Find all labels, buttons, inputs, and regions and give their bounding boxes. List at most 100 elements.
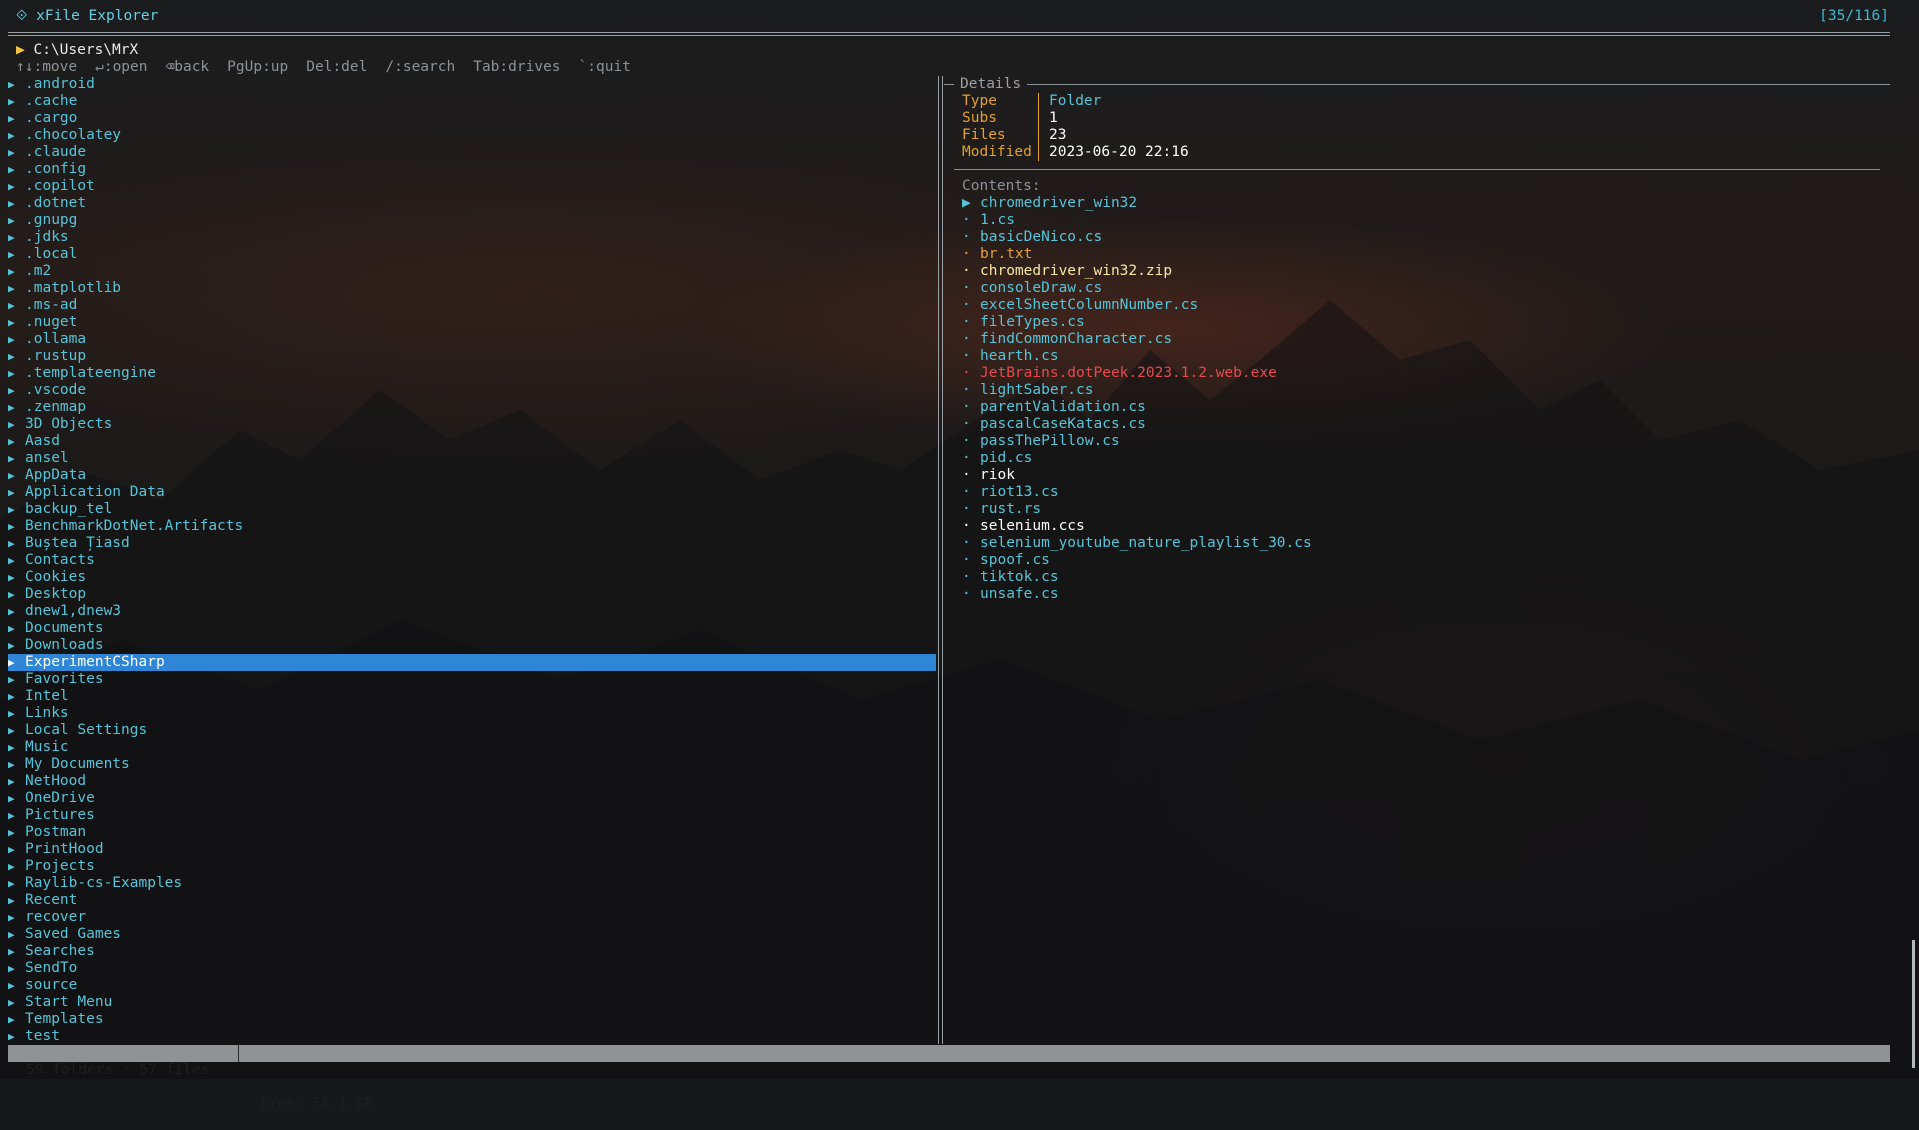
- folder-item[interactable]: ▶ .copilot: [8, 178, 936, 195]
- folder-arrow-icon: ▶: [8, 486, 15, 499]
- folder-item[interactable]: ▶ Searches: [8, 943, 936, 960]
- file-bullet-icon: ·: [962, 280, 971, 296]
- folder-arrow-icon: ▶: [8, 894, 15, 907]
- folder-arrow-icon: ▶: [8, 826, 15, 839]
- folder-item[interactable]: ▶ recover: [8, 909, 936, 926]
- key-hint: Del:del: [306, 59, 368, 75]
- folder-item[interactable]: ▶ ansel: [8, 450, 936, 467]
- folder-item[interactable]: ▶ Links: [8, 705, 936, 722]
- folder-item-selected[interactable]: ▶ ExperimentCSharp: [8, 654, 936, 671]
- folder-item[interactable]: ▶ Documents: [8, 620, 936, 637]
- folder-list[interactable]: ▶ .android ▶ .cache ▶ .cargo ▶ .chocolatey ▶ .cla…: [8, 76, 936, 1045]
- folder-item[interactable]: ▶ .vscode: [8, 382, 936, 399]
- folder-item[interactable]: ▶ Application Data: [8, 484, 936, 501]
- folder-item[interactable]: ▶ Aasd: [8, 433, 936, 450]
- folder-item[interactable]: ▶ .claude: [8, 144, 936, 161]
- folder-arrow-icon: ▶: [8, 316, 15, 329]
- folder-item[interactable]: ▶ .chocolatey: [8, 127, 936, 144]
- folder-name: AppData: [25, 467, 87, 483]
- folder-name: .cargo: [25, 110, 78, 126]
- contents-item-name: basicDeNico.cs: [980, 229, 1103, 245]
- folder-item[interactable]: ▶ .m2: [8, 263, 936, 280]
- folder-item[interactable]: ▶ test: [8, 1028, 936, 1045]
- folder-item[interactable]: ▶ Cookies: [8, 569, 936, 586]
- folder-item[interactable]: ▶ BenchmarkDotNet.Artifacts: [8, 518, 936, 535]
- folder-name: BenchmarkDotNet.Artifacts: [25, 518, 244, 534]
- folder-item[interactable]: ▶ .gnupg: [8, 212, 936, 229]
- folder-item[interactable]: ▶ AppData: [8, 467, 936, 484]
- folder-item[interactable]: ▶ Downloads: [8, 637, 936, 654]
- folder-item[interactable]: ▶ .dotnet: [8, 195, 936, 212]
- folder-item[interactable]: ▶ PrintHood: [8, 841, 936, 858]
- folder-arrow-icon: ▶: [8, 520, 15, 533]
- folder-item[interactable]: ▶ Recent: [8, 892, 936, 909]
- key-hint: ↵:open: [95, 59, 148, 75]
- folder-item[interactable]: ▶ OneDrive: [8, 790, 936, 807]
- detail-subs-value: 1: [1049, 110, 1058, 126]
- folder-item[interactable]: ▶ Projects: [8, 858, 936, 875]
- folder-item[interactable]: ▶ dnew1,dnew3: [8, 603, 936, 620]
- folder-item[interactable]: ▶ .nuget: [8, 314, 936, 331]
- folder-item[interactable]: ▶ Start Menu: [8, 994, 936, 1011]
- item-counter: [35/116]: [1819, 8, 1889, 24]
- folder-name: .zenmap: [25, 399, 87, 415]
- folder-name: Intel: [25, 688, 69, 704]
- file-bullet-icon: ·: [962, 501, 971, 517]
- folder-item[interactable]: ▶ .cache: [8, 93, 936, 110]
- folder-arrow-icon: ▶: [8, 639, 15, 652]
- folder-arrow-icon: ▶: [8, 860, 15, 873]
- folder-item[interactable]: ▶ Pictures: [8, 807, 936, 824]
- folder-item[interactable]: ▶ Local Settings: [8, 722, 936, 739]
- folder-item[interactable]: ▶ Buștea Țiasd: [8, 535, 936, 552]
- folder-arrow-icon: ▶: [8, 996, 15, 1009]
- detail-modified: Modified 2023-06-20 22:16: [962, 144, 1189, 161]
- contents-file-item: · passThePillow.cs: [962, 433, 1312, 450]
- folder-item[interactable]: ▶ Saved Games: [8, 926, 936, 943]
- folder-name: .ms-ad: [25, 297, 78, 313]
- folder-item[interactable]: ▶ .android: [8, 76, 936, 93]
- current-path[interactable]: ▶ C:\Users\MrX: [16, 42, 138, 59]
- detail-files-value: 23: [1049, 127, 1067, 143]
- folder-item[interactable]: ▶ .local: [8, 246, 936, 263]
- folder-item[interactable]: ▶ Raylib-cs-Examples: [8, 875, 936, 892]
- folder-item[interactable]: ▶ .matplotlib: [8, 280, 936, 297]
- key-hint: ⌫back: [165, 59, 210, 75]
- contents-item-name: tiktok.cs: [980, 569, 1059, 585]
- folder-item[interactable]: ▶ My Documents: [8, 756, 936, 773]
- folder-name: test: [25, 1028, 60, 1044]
- folder-item[interactable]: ▶ Contacts: [8, 552, 936, 569]
- folder-item[interactable]: ▶ .rustup: [8, 348, 936, 365]
- folder-item[interactable]: ▶ 3D Objects: [8, 416, 936, 433]
- folder-item[interactable]: ▶ Desktop: [8, 586, 936, 603]
- folder-name: recover: [25, 909, 87, 925]
- folder-item[interactable]: ▶ .ollama: [8, 331, 936, 348]
- folder-arrow-icon: ▶: [8, 622, 15, 635]
- folder-item[interactable]: ▶ NetHood: [8, 773, 936, 790]
- folder-item[interactable]: ▶ .jdks: [8, 229, 936, 246]
- folder-item[interactable]: ▶ .config: [8, 161, 936, 178]
- folder-name: dnew1,dnew3: [25, 603, 122, 619]
- folder-item[interactable]: ▶ Intel: [8, 688, 936, 705]
- folder-name: .templateengine: [25, 365, 156, 381]
- contents-file-item: · selenium.ccs: [962, 518, 1312, 535]
- folder-item[interactable]: ▶ backup_tel: [8, 501, 936, 518]
- contents-file-item: · excelSheetColumnNumber.cs: [962, 297, 1312, 314]
- details-separator: [954, 169, 1880, 170]
- folder-item[interactable]: ▶ .ms-ad: [8, 297, 936, 314]
- contents-file-item: · findCommonCharacter.cs: [962, 331, 1312, 348]
- folder-item[interactable]: ▶ .templateengine: [8, 365, 936, 382]
- folder-name: Local Settings: [25, 722, 148, 738]
- folder-item[interactable]: ▶ Postman: [8, 824, 936, 841]
- folder-item[interactable]: ▶ Templates: [8, 1011, 936, 1028]
- contents-file-item: · unsafe.cs: [962, 586, 1312, 603]
- scrollbar[interactable]: [1912, 940, 1915, 1068]
- contents-item-name: excelSheetColumnNumber.cs: [980, 297, 1199, 313]
- folder-item[interactable]: ▶ source: [8, 977, 936, 994]
- folder-item[interactable]: ▶ .zenmap: [8, 399, 936, 416]
- folder-item[interactable]: ▶ Favorites: [8, 671, 936, 688]
- folder-item[interactable]: ▶ SendTo: [8, 960, 936, 977]
- folder-item[interactable]: ▶ .cargo: [8, 110, 936, 127]
- folder-item[interactable]: ▶ Music: [8, 739, 936, 756]
- folder-name: Searches: [25, 943, 95, 959]
- folder-name: .gnupg: [25, 212, 78, 228]
